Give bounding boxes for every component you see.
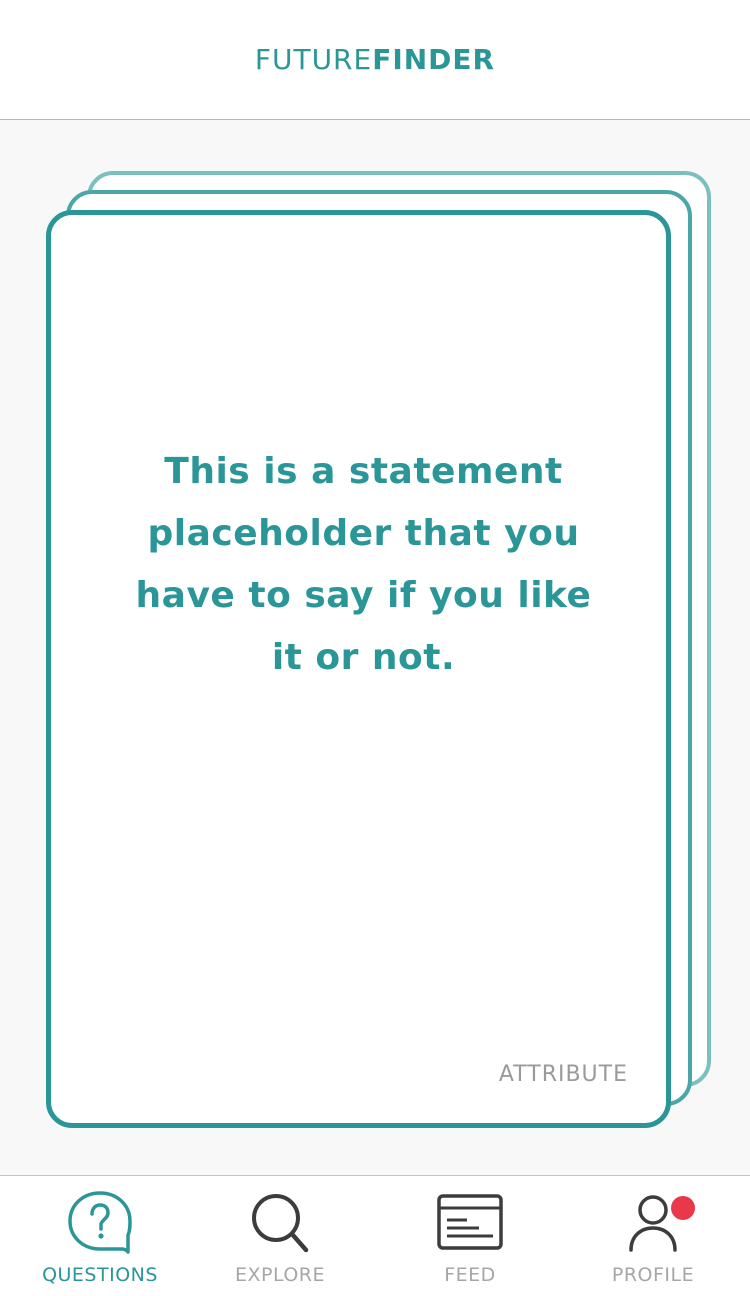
statement-card[interactable]: This is a statement placeholder that you… (46, 210, 671, 1128)
tab-feed[interactable]: FEED (380, 1176, 560, 1296)
feed-icon (437, 1194, 503, 1250)
logo-text-future: FUTURE (254, 43, 373, 76)
bottom-tab-bar: QUESTIONS EXPLORE FEED PROFILE (0, 1175, 750, 1296)
attribute-label: ATTRIBUTE (498, 1062, 628, 1087)
app-header: FUTURE FINDER (0, 0, 750, 120)
tab-explore-label: EXPLORE (234, 1264, 326, 1286)
question-bubble-icon (68, 1191, 132, 1254)
tab-questions-label: QUESTIONS (42, 1264, 158, 1286)
logo-text-finder: FINDER (372, 43, 496, 76)
statement-text: This is a statement placeholder that you… (135, 451, 592, 678)
tab-questions[interactable]: QUESTIONS (10, 1176, 190, 1296)
tab-profile-label: PROFILE (611, 1264, 695, 1286)
app-logo: FUTURE FINDER (255, 43, 495, 76)
notification-badge (671, 1196, 695, 1220)
tab-profile[interactable]: PROFILE (563, 1176, 743, 1296)
tab-feed-label: FEED (444, 1264, 496, 1286)
search-icon (252, 1194, 309, 1253)
tab-explore[interactable]: EXPLORE (190, 1176, 370, 1296)
